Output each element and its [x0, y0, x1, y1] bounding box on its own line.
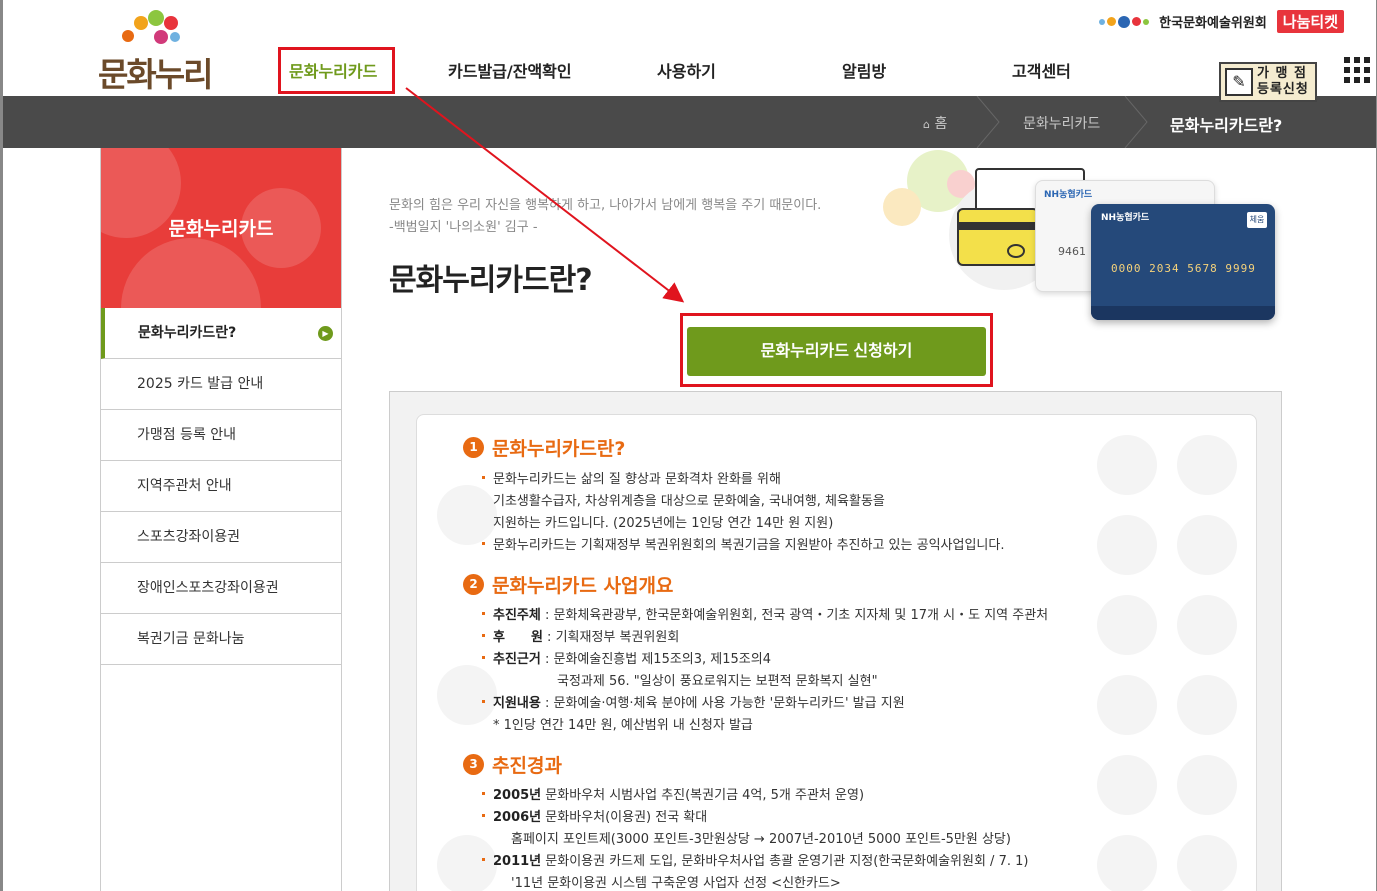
overview-row: 후 원 : 기획재정부 복권위원회: [481, 626, 679, 645]
sidebar-header: 문화누리카드: [101, 148, 341, 308]
sidebar-item-issue-guide[interactable]: 2025 카드 발급 안내: [101, 359, 341, 410]
overview-row: 지원내용 : 문화예술·여행·체육 분야에 사용 가능한 '문화누리카드' 발급…: [482, 692, 905, 711]
section-1-line: 기초생활수급자, 차상위계층을 대상으로 문화예술, 국내여행, 체육활동을: [493, 494, 885, 509]
content-box: 1 문화누리카드란? 문화누리카드는 삶의 질 향상과 문화격차 완화를 위해 …: [389, 391, 1282, 891]
history-row: 2011년 문화이용권 카드제 도입, 문화바우처사업 총괄 운영기관 지정(한…: [481, 850, 1028, 869]
arko-link[interactable]: 한국문화예술위원회: [1159, 12, 1267, 31]
merchant-line1: 가 맹 점: [1257, 66, 1307, 81]
gnb-usage[interactable]: 사용하기: [657, 58, 716, 82]
sidebar-item-disabled-sports[interactable]: 장애인스포츠강좌이용권: [101, 563, 341, 614]
breadcrumb-separator-icon: [1124, 96, 1148, 148]
quote-line2: -백범일지 '나의소원' 김구 -: [389, 220, 538, 235]
overview-row: 추진근거 : 문화예술진흥법 제15조의3, 제15조의4: [482, 648, 771, 667]
sidebar-item-regional[interactable]: 지역주관처 안내: [101, 461, 341, 512]
sidebar: 문화누리카드 문화누리카드란? ▶ 2025 카드 발급 안내 가맹점 등록 안…: [100, 148, 342, 891]
section-1-line: 문화누리카드는 기획재정부 복권위원회의 복권기금을 지원받아 추진하고 있는 …: [481, 534, 1004, 553]
quote-line1: 문화의 힘은 우리 자신을 행복하게 하고, 나아가서 남에게 행복을 주기 때…: [389, 198, 822, 213]
card-illustration: NH농협카드 9461 NH농협카드 체움 0000 2034 5678 999…: [883, 150, 1283, 330]
history-row: 2006년 문화바우처(이용권) 전국 확대: [481, 806, 707, 825]
merchant-register-button[interactable]: ✎ 가 맹 점 등록신청: [1219, 62, 1317, 102]
section-1-line: 지원하는 카드입니다. (2025년에는 1인당 연간 14만 원 지원): [493, 516, 834, 531]
sidebar-item-about[interactable]: 문화누리카드란? ▶: [101, 308, 341, 359]
section-2-number: 2: [463, 574, 484, 595]
section-1-title-text: 문화누리카드란?: [492, 438, 626, 460]
breadcrumb: ⌂ 홈 문화누리카드 문화누리카드란?: [3, 96, 1376, 148]
gnb-support[interactable]: 고객센터: [1012, 58, 1071, 82]
quote: 문화의 힘은 우리 자신을 행복하게 하고, 나아가서 남에게 행복을 주기 때…: [389, 195, 821, 239]
card-badge: 체움: [1247, 212, 1267, 228]
breadcrumb-separator-icon: [976, 96, 1000, 148]
section-2-title: 2 문화누리카드 사업개요: [463, 571, 673, 598]
overview-row: 추진주체 : 문화체육관광부, 한국문화예술위원회, 전국 광역・기초 지자체 …: [481, 604, 1048, 623]
global-nav: 문화누리카드 카드발급/잔액확인 사용하기 알림방 고객센터: [3, 48, 1376, 94]
page: 문화누리 한국문화예술위원회 나눔티켓 문화누리카드 카드발급/잔액확인 사용하…: [0, 0, 1377, 891]
sidebar-item-merchant-guide[interactable]: 가맹점 등록 안내: [101, 410, 341, 461]
gnb-notice[interactable]: 알림방: [842, 58, 886, 82]
content-panel: 1 문화누리카드란? 문화누리카드는 삶의 질 향상과 문화격차 완화를 위해 …: [416, 414, 1257, 891]
history-row: '11년 문화이용권 시스템 구축운영 사업자 선정 <신한카드>: [511, 876, 841, 891]
breadcrumb-current: 문화누리카드란?: [1170, 116, 1283, 135]
sidebar-item-label: 문화누리카드란?: [138, 325, 237, 341]
section-2-title-text: 문화누리카드 사업개요: [492, 575, 674, 597]
section-1-line: 문화누리카드는 삶의 질 향상과 문화격차 완화를 위해: [482, 468, 781, 487]
history-row: 2005년 문화바우처 시범사업 추진(복권기금 4억, 5개 주관처 운영): [481, 784, 864, 803]
section-1-title: 1 문화누리카드란?: [463, 434, 625, 461]
partner-links: 한국문화예술위원회 나눔티켓: [1099, 10, 1344, 33]
card-brand-back: NH농협카드: [1044, 190, 1093, 200]
card-number: 0000 2034 5678 9999: [1111, 262, 1256, 275]
arko-logo-icon: [1099, 15, 1150, 28]
page-title: 문화누리카드란?: [389, 263, 593, 298]
gnb-card-issue[interactable]: 카드발급/잔액확인: [448, 58, 572, 82]
overview-row: 국정과제 56. "일상이 풍요로워지는 보편적 문화복지 실현": [557, 674, 878, 689]
sidebar-item-sports[interactable]: 스포츠강좌이용권: [101, 512, 341, 563]
all-menu-icon[interactable]: [1344, 57, 1370, 83]
history-row: 홈페이지 포인트제(3000 포인트-3만원상당 → 2007년-2010년 5…: [511, 832, 1011, 847]
highlight-box-apply: [680, 313, 993, 387]
sidebar-item-lottery-fund[interactable]: 복권기금 문화나눔: [101, 614, 341, 665]
overview-row: * 1인당 연간 14만 원, 예산범위 내 신청자 발급: [493, 718, 753, 733]
section-3-title-text: 추진경과: [492, 755, 562, 777]
highlight-box-gnb: [278, 47, 395, 94]
merchant-line2: 등록신청: [1257, 82, 1309, 97]
card-front-number: 9461: [1058, 245, 1086, 258]
pen-icon: ✎: [1225, 68, 1253, 96]
breadcrumb-level1[interactable]: 문화누리카드: [1023, 113, 1100, 133]
nanum-ticket-link[interactable]: 나눔티켓: [1276, 10, 1344, 33]
home-icon: ⌂: [923, 118, 930, 131]
card-brand: NH농협카드: [1101, 213, 1150, 223]
arrow-right-icon: ▶: [318, 326, 333, 341]
section-1-number: 1: [463, 437, 484, 458]
sidebar-title: 문화누리카드: [168, 218, 274, 240]
section-3-number: 3: [463, 754, 484, 775]
breadcrumb-home[interactable]: ⌂ 홈: [923, 113, 947, 133]
section-3-title: 3 추진경과: [463, 751, 562, 778]
